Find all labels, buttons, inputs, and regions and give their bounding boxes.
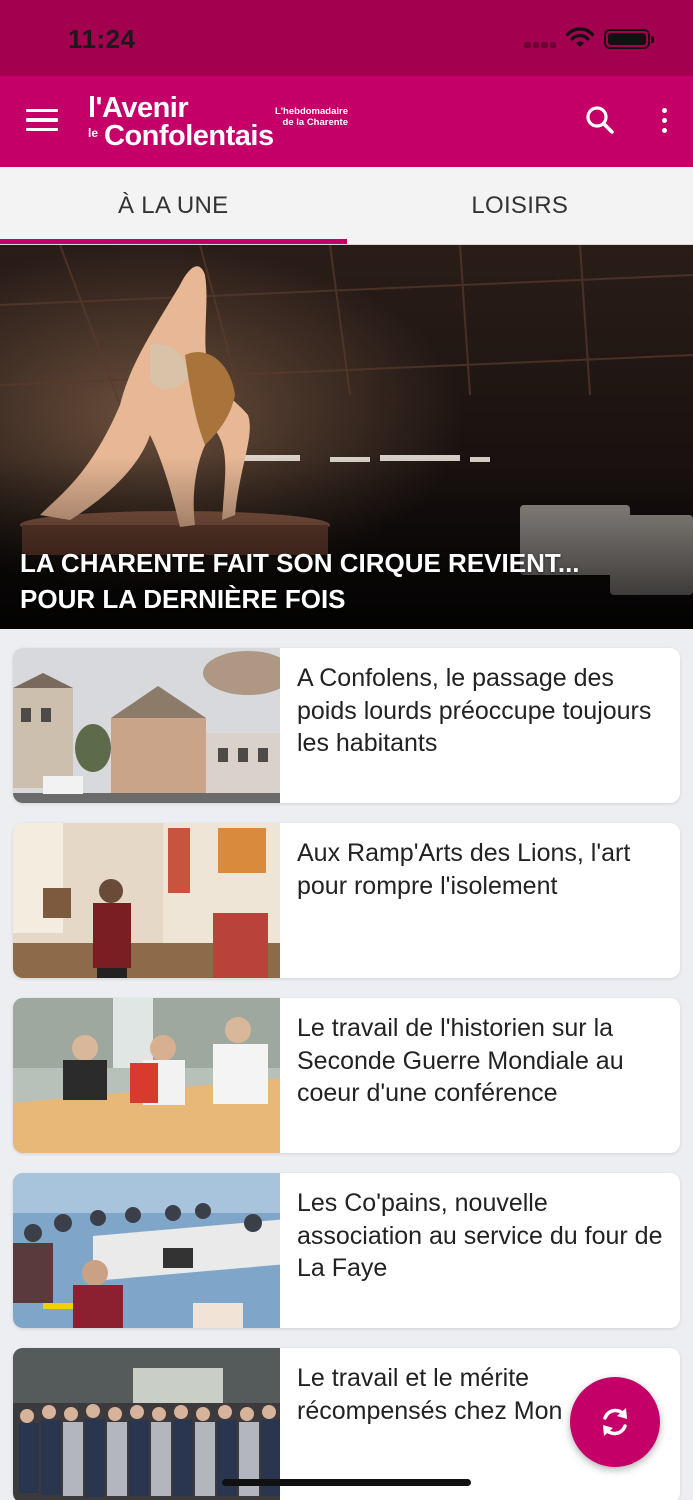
more-vert-icon[interactable] <box>646 102 682 138</box>
search-icon[interactable] <box>582 102 618 138</box>
status-time: 11:24 <box>68 24 136 54</box>
article-thumbnail <box>13 1348 280 1500</box>
article-thumbnail <box>13 648 280 803</box>
article-card[interactable]: Aux Ramp'Arts des Lions, l'art pour romp… <box>13 823 680 978</box>
battery-icon <box>604 29 654 49</box>
article-title: Aux Ramp'Arts des Lions, l'art pour romp… <box>297 839 631 900</box>
app-logo[interactable]: l'Avenir le Confolentais L'hebdomadaire … <box>88 92 348 152</box>
status-bar: 11:24 <box>0 0 693 76</box>
wifi-icon <box>565 27 595 47</box>
menu-icon[interactable] <box>20 98 64 142</box>
article-card[interactable]: A Confolens, le passage des poids lourds… <box>13 648 680 803</box>
tab-a-la-une[interactable]: À LA UNE <box>0 167 347 244</box>
signal-icon <box>524 42 556 48</box>
refresh-button[interactable] <box>570 1377 660 1467</box>
logo-tagline-1: L'hebdomadaire <box>275 106 348 117</box>
logo-le: le <box>88 126 99 140</box>
refresh-icon <box>603 1408 627 1436</box>
tab-bar: À LA UNE LOISIRS <box>0 167 693 245</box>
article-thumbnail <box>13 1173 280 1328</box>
hero-article[interactable]: LA CHARENTE FAIT SON CIRQUE REVIENT... P… <box>0 245 693 629</box>
home-indicator[interactable] <box>222 1479 471 1486</box>
logo-tagline: L'hebdomadaire de la Charente <box>275 106 348 128</box>
logo-line2: Confolentais <box>104 120 274 152</box>
article-card[interactable]: Les Co'pains, nouvelle association au se… <box>13 1173 680 1328</box>
article-thumbnail <box>13 823 280 978</box>
article-card[interactable]: Le travail de l'historien sur la Seconde… <box>13 998 680 1153</box>
app-bar: l'Avenir le Confolentais L'hebdomadaire … <box>0 76 693 167</box>
tab-loisirs[interactable]: LOISIRS <box>347 167 693 244</box>
article-thumbnail <box>13 998 280 1153</box>
article-title: Le travail de l'historien sur la Seconde… <box>297 1014 624 1107</box>
article-title: A Confolens, le passage des poids lourds… <box>297 664 652 757</box>
logo-tagline-2: de la Charente <box>282 117 348 128</box>
article-title: Les Co'pains, nouvelle association au se… <box>297 1189 663 1282</box>
hero-title: LA CHARENTE FAIT SON CIRQUE REVIENT... P… <box>20 548 580 614</box>
